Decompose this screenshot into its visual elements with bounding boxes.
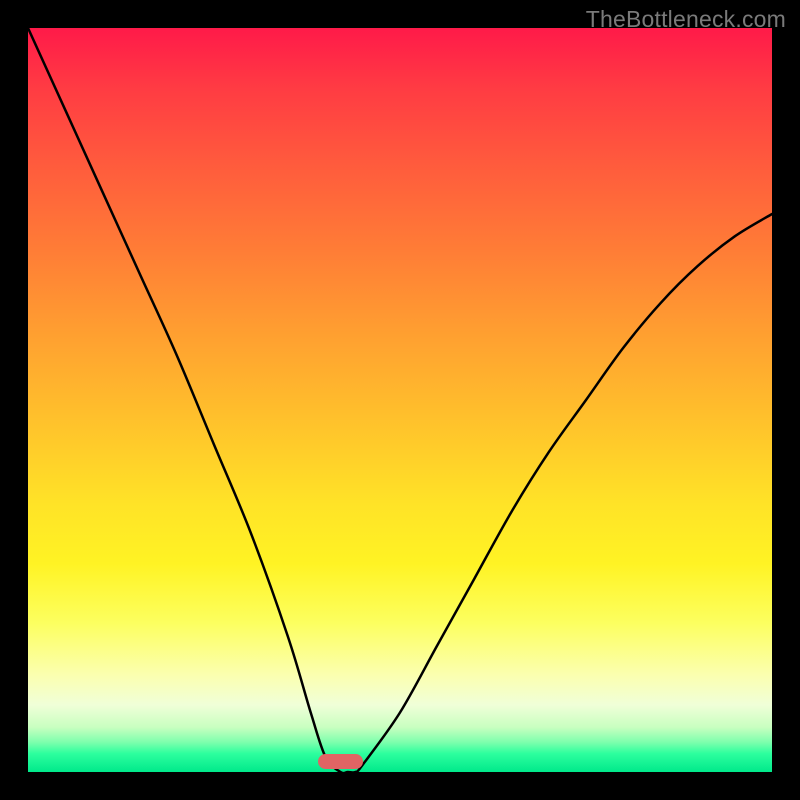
optimal-marker <box>318 754 363 769</box>
chart-plot-area <box>28 28 772 772</box>
curve-path <box>28 28 772 772</box>
bottleneck-curve <box>28 28 772 772</box>
chart-frame: TheBottleneck.com <box>0 0 800 800</box>
